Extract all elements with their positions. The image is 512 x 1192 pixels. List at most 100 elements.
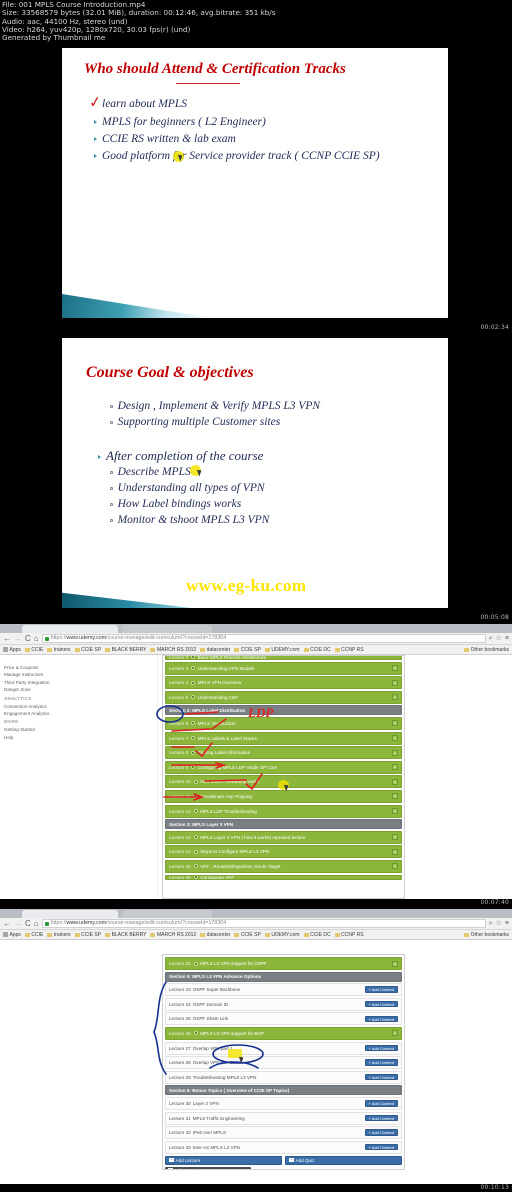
bookmark-ccnp-rs[interactable]: CCNP RS (334, 647, 364, 653)
table-row[interactable]: Lecture 11 Penultimate Hop Popping + (165, 789, 402, 803)
bookmark-star-icon[interactable]: ☆ (496, 635, 502, 642)
add-lecture-button[interactable]: + Add Lecture (165, 1155, 282, 1165)
add-content-button[interactable]: + Add Content (364, 1059, 398, 1066)
bookmark-ccie-dc[interactable]: CCIE DC (303, 647, 331, 653)
table-row[interactable]: Lecture 29 Troubleshooting MPLS L3 VPN +… (165, 1070, 402, 1084)
table-row[interactable]: Lecture 22 MPLS L3 VPN support for OSPF … (165, 957, 402, 970)
table-row[interactable]: Lecture 9 Configuring MPLS LDP Inside SP… (165, 760, 402, 774)
address-bar[interactable]: https://www.udemy.com/course-manage/edit… (41, 919, 486, 928)
add-content-button[interactable]: + Add Content (364, 1114, 398, 1122)
expand-icon[interactable]: + (392, 834, 398, 841)
bookmark-udemy[interactable]: UDEMY.com (264, 647, 300, 653)
bookmark-ccnp-rs[interactable]: CCNP RS (334, 932, 364, 938)
section-header-row[interactable]: Section 6: Bonus Topics ( Overview of CC… (165, 1085, 402, 1096)
expand-icon[interactable]: + (392, 960, 398, 967)
forward-icon[interactable]: → (14, 919, 22, 928)
table-row[interactable]: Lecture 23 OSPF Super Backbone + Add Con… (165, 983, 402, 997)
table-row[interactable]: Lecture 2 Basic MPLS Process Architectur… (165, 656, 402, 660)
bookmark-udemy[interactable]: UDEMY.com (264, 932, 300, 938)
back-icon[interactable]: ← (3, 634, 11, 643)
table-row[interactable]: Lecture 26 MPLS L3 VPN support for BGP + (165, 1026, 402, 1040)
table-row[interactable]: Lecture 7 MPLS Labels & Label Stacks + (165, 731, 402, 745)
back-icon[interactable]: ← (3, 919, 11, 928)
address-bar[interactable]: https://www.udemy.com/course-manage/edit… (41, 634, 486, 643)
expand-icon[interactable]: + (392, 694, 398, 701)
sidebar-item-manage-instructors[interactable]: Manage Instructors (4, 671, 153, 678)
other-bookmarks[interactable]: Other bookmarks (464, 932, 509, 938)
bookmark-ccie[interactable]: CCIE (24, 647, 43, 653)
table-row[interactable]: Lecture 16 Configuring VRF (165, 874, 402, 880)
expand-icon[interactable]: + (392, 778, 398, 785)
table-row[interactable]: Lecture 13 MPLS Layer 3 VPN ( how it wor… (165, 830, 402, 844)
add-content-button[interactable]: + Add Content (364, 1129, 398, 1136)
expand-icon[interactable]: + (392, 720, 398, 727)
expand-icon[interactable]: + (392, 793, 398, 800)
browser-tab-active[interactable] (22, 625, 118, 633)
table-row[interactable]: Lecture 33 Inter AS MPLS L3 VPN + Add Co… (165, 1140, 402, 1154)
section-header-row[interactable]: Section 2: MPLS Label Distribution (165, 705, 402, 716)
expand-icon[interactable]: + (392, 764, 398, 771)
expand-icon[interactable]: + (392, 848, 398, 855)
search-icon[interactable]: ⌕ (489, 920, 493, 927)
browser-tab-active[interactable] (22, 910, 118, 918)
add-content-button[interactable]: + Add Content (364, 986, 398, 993)
bookmark-black-berry[interactable]: BLACK BERRY (105, 647, 146, 653)
browser-tab-strip[interactable] (0, 624, 512, 633)
add-content-button[interactable]: + Add Content (364, 1100, 398, 1107)
bookmark-apps[interactable]: Apps (3, 647, 21, 653)
table-row[interactable]: Lecture 31 MPLS Traffic Engineering + Ad… (165, 1111, 402, 1125)
bookmark-ccie-dc[interactable]: CCIE DC (303, 932, 331, 938)
sidebar-item-conversion-analytics[interactable]: Conversion Analytics (4, 703, 153, 710)
add-content-button[interactable]: + Add Content (364, 1001, 398, 1008)
expand-icon[interactable]: + (392, 749, 398, 756)
expand-icon[interactable]: + (392, 679, 398, 686)
add-section-button[interactable]: + Add Section (165, 1166, 251, 1169)
table-row[interactable]: Lecture 32 IPv6 over MPLS + Add Content (165, 1126, 402, 1140)
expand-icon[interactable]: + (392, 863, 398, 870)
bookmark-datacenter[interactable]: datacenter (200, 932, 230, 938)
add-quiz-button[interactable]: + Add Quiz (285, 1155, 402, 1165)
table-row[interactable]: Lecture 25 OSPF Sham Link + Add Content (165, 1012, 402, 1026)
menu-icon[interactable]: ≡ (505, 635, 509, 642)
reload-icon[interactable]: C (25, 919, 31, 928)
search-icon[interactable]: ⌕ (489, 635, 493, 642)
bookmark-black-berry[interactable]: BLACK BERRY (105, 932, 146, 938)
bookmark-apps[interactable]: Apps (3, 932, 21, 938)
browser-tab-inactive[interactable] (122, 910, 212, 918)
sidebar-item-price-coupons[interactable]: Price & Coupons (4, 664, 153, 671)
bookmark-ccie-sp[interactable]: CCIE SP (74, 932, 101, 938)
sidebar-item-getting-started[interactable]: Getting Started (4, 726, 153, 733)
table-row[interactable]: Lecture 14 Steps to Configure MPLS L3 VP… (165, 845, 402, 859)
expand-icon[interactable]: + (392, 735, 398, 742)
table-row[interactable]: Lecture 8 Sharing Label Information + (165, 746, 402, 760)
add-content-button[interactable]: + Add Content (364, 1074, 398, 1081)
browser-tab-inactive[interactable] (122, 625, 212, 633)
bookmark-trainers[interactable]: trainers (47, 932, 71, 938)
table-row[interactable]: Lecture 24 OSPF Domain ID + Add Content (165, 997, 402, 1011)
other-bookmarks[interactable]: Other bookmarks (464, 647, 509, 653)
add-content-button[interactable]: + Add Content (364, 1144, 398, 1151)
sidebar-item-danger-zone[interactable]: Danger Zone (4, 686, 153, 693)
table-row[interactable]: Lecture 30 Layer 2 VPN + Add Content (165, 1096, 402, 1110)
table-row[interactable]: Lecture 5 Understanding CEF + (165, 690, 402, 704)
sidebar-item-engagement-analytics[interactable]: Engagement Analytics (4, 710, 153, 717)
bookmark-star-icon[interactable]: ☆ (496, 920, 502, 927)
bookmark-ccie-sp-2[interactable]: CCIE SP (234, 932, 261, 938)
bookmark-ccie[interactable]: CCIE (24, 932, 43, 938)
sidebar-item-third-party-integration[interactable]: Third Party Integration (4, 679, 153, 686)
bookmark-ccie-sp-2[interactable]: CCIE SP (234, 647, 261, 653)
menu-icon[interactable]: ≡ (505, 920, 509, 927)
home-icon[interactable]: ⌂ (34, 634, 39, 643)
add-content-button[interactable]: + Add Content (364, 1044, 398, 1052)
bookmark-trainers[interactable]: trainers (47, 647, 71, 653)
table-row[interactable]: Lecture 27 Overlap VPN part 1 + Add Cont… (165, 1041, 402, 1055)
table-row[interactable]: Lecture 3 Understanding VPN Models + (165, 661, 402, 675)
table-row[interactable]: Lecture 4 MPLS VPN Overview + (165, 676, 402, 690)
table-row[interactable]: Lecture 6 MPLS Introduction + (165, 716, 402, 730)
add-content-button[interactable]: + Add Content (364, 1015, 398, 1023)
bookmark-march-rs-2012[interactable]: MARCH RS 2012 (150, 647, 196, 653)
expand-icon[interactable]: + (392, 808, 398, 815)
expand-icon[interactable]: + (392, 665, 398, 672)
expand-icon[interactable]: + (392, 1030, 398, 1037)
section-header-row[interactable]: Section 3: MPLS Layer 3 VPN (165, 819, 402, 830)
